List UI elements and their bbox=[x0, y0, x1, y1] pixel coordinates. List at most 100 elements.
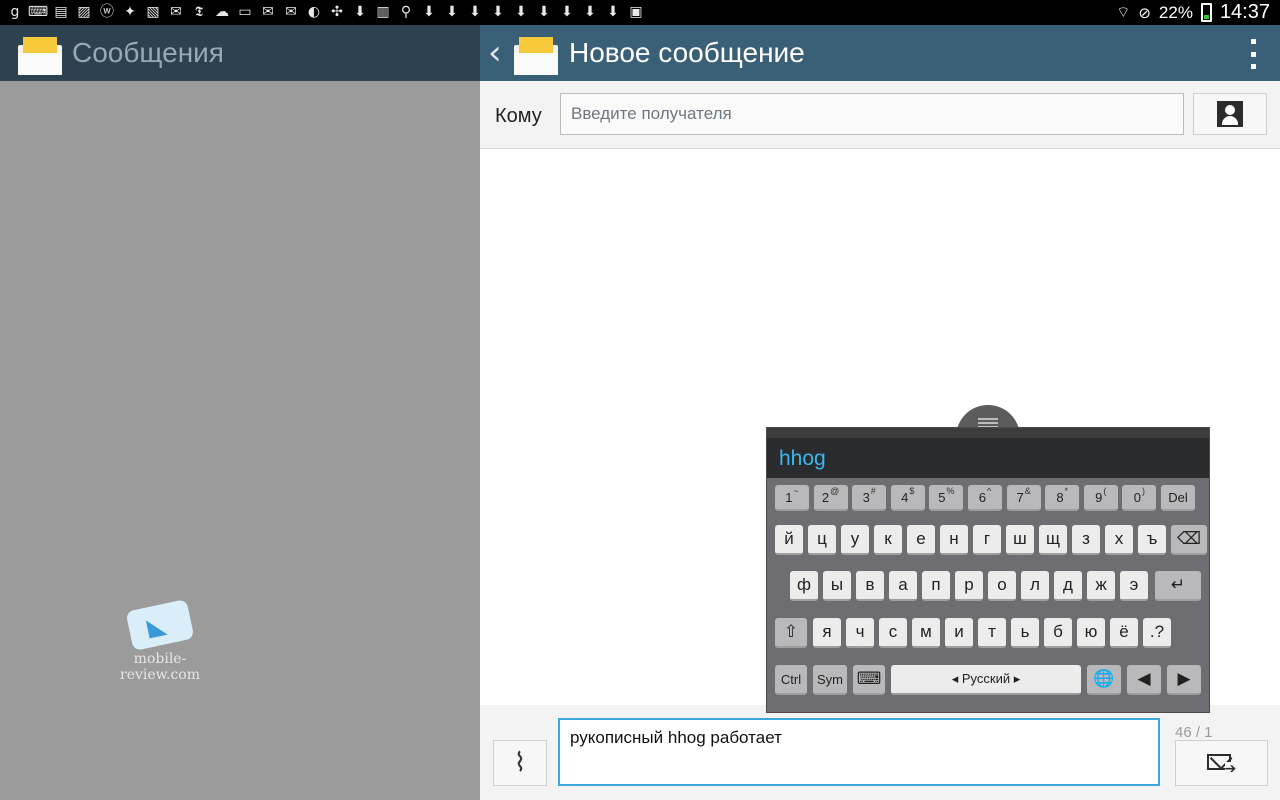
key-delete[interactable]: Del bbox=[1161, 485, 1195, 511]
key-ф[interactable]: ф bbox=[790, 571, 818, 601]
key-sym[interactable]: Sym bbox=[813, 665, 847, 695]
key-г[interactable]: г bbox=[973, 525, 1001, 555]
briefcase-icon: ▣ bbox=[629, 4, 643, 20]
overflow-menu-icon[interactable] bbox=[1248, 39, 1258, 69]
key-8[interactable]: 8 * bbox=[1045, 485, 1080, 511]
key-keyboard-settings[interactable]: ⌨ bbox=[853, 665, 885, 695]
key-ш[interactable]: ш bbox=[1006, 525, 1034, 555]
key-щ[interactable]: щ bbox=[1039, 525, 1067, 555]
key-е[interactable]: е bbox=[907, 525, 935, 555]
key-о[interactable]: о bbox=[988, 571, 1016, 601]
key-ъ[interactable]: ъ bbox=[1138, 525, 1166, 555]
window-icon: ▭ bbox=[238, 4, 252, 20]
key-р[interactable]: р bbox=[955, 571, 983, 601]
keyboard-icon: ⌨ bbox=[27, 4, 49, 20]
key-delete-label: Del bbox=[1168, 489, 1188, 505]
pinwheel-icon: ✣ bbox=[331, 4, 343, 20]
key-т[interactable]: т bbox=[978, 618, 1006, 648]
attach-button[interactable]: ⌇ bbox=[493, 740, 547, 786]
key-ч[interactable]: ч bbox=[846, 618, 874, 648]
download7-icon: ⬇ bbox=[538, 4, 550, 20]
key-с[interactable]: с bbox=[879, 618, 907, 648]
key-2[interactable]: 2 @ bbox=[813, 485, 848, 511]
key-ctrl[interactable]: Ctrl bbox=[775, 665, 807, 695]
download5-icon: ⬇ bbox=[492, 4, 504, 20]
key-7[interactable]: 7 & bbox=[1006, 485, 1041, 511]
key-ю[interactable]: ю bbox=[1077, 618, 1105, 648]
key-left[interactable]: ◀ bbox=[1127, 665, 1161, 695]
left-header: Сообщения bbox=[0, 25, 480, 81]
notification-icons[interactable]: g ⌨ ▤ ▨ ⓦ ✦ ▧ ✉ 𝕿 ☁ ▭ ✉ ✉ ◐ ✣ ⬇ ▥ ⚲ ⬇ ⬇ ⬇ ⬇ ⬇ ⬇ ⬇ ⬇ ⬇ ▣ bbox=[6, 3, 645, 21]
key-punctuation[interactable]: .? bbox=[1143, 618, 1171, 648]
gplus-icon: g bbox=[10, 4, 20, 20]
status-right: ⌔ ⊘ 22% 14:37 bbox=[1116, 0, 1270, 25]
key-9[interactable]: 9( bbox=[1083, 485, 1118, 511]
mail-icon: ✉ bbox=[262, 4, 274, 20]
key-right-icon: ▶ bbox=[1177, 669, 1191, 689]
download4-icon: ⬇ bbox=[469, 4, 481, 20]
bag-icon: ◐ bbox=[307, 4, 321, 20]
image-icon: ▨ bbox=[77, 4, 91, 20]
key-х[interactable]: х bbox=[1105, 525, 1133, 555]
to-label: Кому bbox=[495, 105, 542, 127]
mail2-icon: ✉ bbox=[285, 4, 297, 20]
prediction-bar[interactable]: hhog bbox=[767, 438, 1209, 478]
key-ж[interactable]: ж bbox=[1087, 571, 1115, 601]
key-1[interactable]: 1 ~ bbox=[775, 485, 809, 511]
key-ы[interactable]: ы bbox=[823, 571, 851, 601]
key-й[interactable]: й bbox=[775, 525, 803, 555]
download8-icon: ⬇ bbox=[561, 4, 573, 20]
key-language-icon: 🌐 bbox=[1093, 669, 1115, 689]
key-enter[interactable]: ↵ bbox=[1155, 571, 1201, 601]
key-ё[interactable]: ё bbox=[1110, 618, 1138, 648]
key-backspace[interactable]: ⌫ bbox=[1171, 525, 1207, 555]
key-к[interactable]: к bbox=[874, 525, 902, 555]
key-keyboard-settings-icon: ⌨ bbox=[856, 669, 882, 689]
key-ь[interactable]: ь bbox=[1011, 618, 1039, 648]
key-6[interactable]: 6 ^ bbox=[968, 485, 1002, 511]
key-0[interactable]: 0) bbox=[1122, 485, 1157, 511]
key-4[interactable]: 4 $ bbox=[890, 485, 925, 511]
back-chevron-icon[interactable]: ‹ bbox=[488, 35, 512, 71]
recipient-row: Кому bbox=[480, 81, 1280, 149]
key-right[interactable]: ▶ bbox=[1167, 665, 1201, 695]
wifi-icon: ⌔ bbox=[1116, 3, 1131, 21]
left-title: Сообщения bbox=[72, 37, 224, 68]
key-а[interactable]: а bbox=[889, 571, 917, 601]
key-space[interactable]: ◂ Русский ▸ bbox=[891, 665, 1081, 695]
key-shift[interactable]: ⇧ bbox=[775, 618, 807, 648]
message-input[interactable]: рукописный hhog работает bbox=[558, 718, 1160, 786]
key-л[interactable]: л bbox=[1021, 571, 1049, 601]
key-punctuation-label: .? bbox=[1149, 622, 1165, 641]
mute-icon: ⊘ bbox=[1138, 3, 1151, 22]
key-н[interactable]: н bbox=[940, 525, 968, 555]
key-language[interactable]: 🌐 bbox=[1087, 665, 1121, 695]
key-п[interactable]: п bbox=[922, 571, 950, 601]
clock: 14:37 bbox=[1219, 1, 1270, 23]
key-э[interactable]: э bbox=[1120, 571, 1148, 601]
send-button[interactable]: ➔ bbox=[1175, 740, 1268, 786]
key-у[interactable]: у bbox=[841, 525, 869, 555]
key-д[interactable]: д bbox=[1054, 571, 1082, 601]
key-м[interactable]: м bbox=[912, 618, 940, 648]
key-left-icon: ◀ bbox=[1137, 669, 1151, 689]
sim-icon: ▤ bbox=[54, 4, 68, 20]
recipient-input[interactable] bbox=[560, 93, 1184, 135]
key-ц[interactable]: ц bbox=[808, 525, 836, 555]
store-icon: ▥ bbox=[376, 4, 390, 20]
download3-icon: ⬇ bbox=[446, 4, 458, 20]
language-label: ◂ Русский ▸ bbox=[951, 671, 1021, 686]
key-б[interactable]: б bbox=[1044, 618, 1072, 648]
prediction-text[interactable]: hhog bbox=[779, 447, 826, 471]
floating-keyboard: hhog 1 ~2 @3 #4 $5% 6 ^ 7 & 8 * 9(0) Del й ц у к е н г ш щ з х ъ… bbox=[766, 427, 1210, 713]
chat-icon: ☁ bbox=[215, 4, 229, 20]
contacts-button[interactable] bbox=[1193, 93, 1267, 135]
messages-app-icon[interactable] bbox=[514, 31, 558, 75]
key-з[interactable]: з bbox=[1072, 525, 1100, 555]
gallery-icon: ▧ bbox=[146, 4, 160, 20]
key-в[interactable]: в bbox=[856, 571, 884, 601]
key-и[interactable]: и bbox=[945, 618, 973, 648]
key-я[interactable]: я bbox=[813, 618, 841, 648]
key-3[interactable]: 3 # bbox=[852, 485, 887, 511]
key-5[interactable]: 5% bbox=[929, 485, 964, 511]
